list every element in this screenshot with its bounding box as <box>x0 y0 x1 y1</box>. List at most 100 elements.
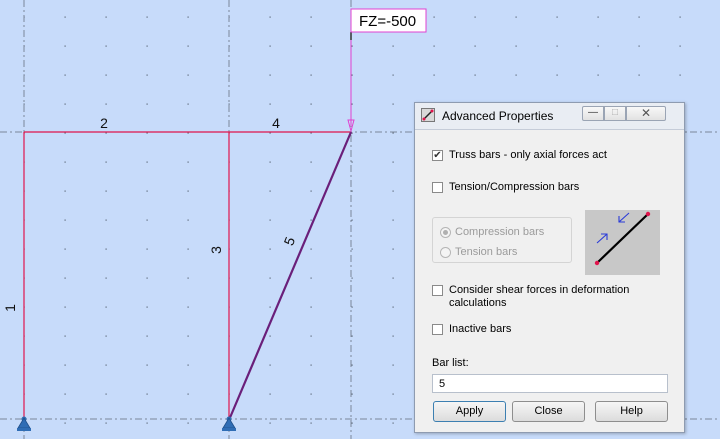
bar-list-input[interactable] <box>432 374 668 393</box>
grid-dot <box>269 335 271 337</box>
grid-dot <box>105 248 107 250</box>
grid-dot <box>105 306 107 308</box>
grid-dot <box>351 190 353 192</box>
grid-dot <box>310 335 312 337</box>
bar-label-1: 1 <box>2 304 18 312</box>
grid-dot <box>269 248 271 250</box>
grid-dot <box>310 16 312 18</box>
grid-dot <box>556 16 558 18</box>
grid-dot <box>351 335 353 337</box>
close-button[interactable]: ✕ <box>626 106 666 121</box>
grid-dot <box>146 190 148 192</box>
grid-dot <box>351 422 353 424</box>
grid-dot <box>351 103 353 105</box>
grid-dot <box>187 393 189 395</box>
minimize-icon: — <box>588 107 598 118</box>
grid-dot <box>597 74 599 76</box>
grid-dot <box>64 335 66 337</box>
grid-dot <box>64 132 66 134</box>
grid-dot <box>351 277 353 279</box>
grid-dot <box>105 45 107 47</box>
grid-dot <box>392 248 394 250</box>
grid-dot <box>23 103 25 105</box>
grid-dot <box>269 103 271 105</box>
grid-dot <box>310 161 312 163</box>
grid-dot <box>638 45 640 47</box>
bar-label-2: 2 <box>100 115 108 131</box>
grid-dot <box>433 16 435 18</box>
grid-dot <box>146 248 148 250</box>
grid-dot <box>64 103 66 105</box>
grid-dot <box>392 132 394 134</box>
grid-dot <box>474 74 476 76</box>
radio-tension-bars-circle[interactable] <box>440 247 451 258</box>
grid-dot <box>269 161 271 163</box>
grid-dot <box>146 219 148 221</box>
grid-dot <box>187 74 189 76</box>
grid-dot <box>187 132 189 134</box>
checkbox-truss-bars-label: Truss bars - only axial forces act <box>449 149 607 161</box>
grid-dot <box>105 16 107 18</box>
minimize-button[interactable]: — <box>582 106 604 121</box>
dialog-title: Advanced Properties <box>442 109 554 123</box>
grid-dot <box>269 132 271 134</box>
grid-dot <box>187 161 189 163</box>
grid-dot <box>310 306 312 308</box>
grid-dot <box>64 277 66 279</box>
grid-dot <box>64 219 66 221</box>
grid-dot <box>105 132 107 134</box>
grid-dot <box>351 393 353 395</box>
checkbox-tension-compression-label: Tension/Compression bars <box>449 181 580 193</box>
grid-dot <box>310 422 312 424</box>
radio-tension-bars-label: Tension bars <box>455 246 518 258</box>
grid-dot <box>105 422 107 424</box>
grid-dot <box>679 16 681 18</box>
grid-dot <box>392 277 394 279</box>
grid-dot <box>269 422 271 424</box>
grid-dot <box>679 74 681 76</box>
checkbox-shear-forces-box[interactable] <box>432 285 443 296</box>
grid-dot <box>187 364 189 366</box>
grid-dot <box>146 161 148 163</box>
grid-dot <box>474 16 476 18</box>
grid-dot <box>187 45 189 47</box>
checkbox-shear-forces-label: Consider shear forces in deformation cal… <box>449 284 630 309</box>
radio-compression-bars-circle[interactable] <box>440 227 451 238</box>
checkbox-inactive-bars-box[interactable] <box>432 324 443 335</box>
grid-dot <box>638 74 640 76</box>
grid-dot <box>146 103 148 105</box>
grid-dot <box>351 74 353 76</box>
grid-dot <box>105 74 107 76</box>
grid-dot <box>228 103 230 105</box>
checkbox-truss-bars-box[interactable]: ✔ <box>432 150 443 161</box>
grid-dot <box>105 277 107 279</box>
grid-dot <box>597 16 599 18</box>
grid-dot <box>269 393 271 395</box>
grid-dot <box>146 74 148 76</box>
grid-dot <box>556 45 558 47</box>
grid-dot <box>269 364 271 366</box>
grid-dot <box>392 219 394 221</box>
grid-dot <box>146 277 148 279</box>
grid-dot <box>392 103 394 105</box>
grid-dot <box>474 45 476 47</box>
grid-dot <box>146 45 148 47</box>
grid-dot <box>146 16 148 18</box>
grid-dot <box>187 335 189 337</box>
grid-dot <box>392 335 394 337</box>
grid-dot <box>392 306 394 308</box>
grid-dot <box>187 16 189 18</box>
grid-dot <box>310 393 312 395</box>
help-button[interactable]: Help <box>595 401 668 422</box>
apply-button[interactable]: Apply <box>433 401 506 422</box>
maximize-button[interactable]: □ <box>604 106 626 121</box>
close-dialog-button[interactable]: Close <box>512 401 585 422</box>
dialog-titlebar[interactable]: Advanced Properties — □ ✕ <box>415 103 684 130</box>
checkbox-tension-compression-box[interactable] <box>432 182 443 193</box>
grid-dot <box>269 219 271 221</box>
grid-dot <box>269 190 271 192</box>
grid-dot <box>351 161 353 163</box>
grid-dot <box>392 422 394 424</box>
grid-dot <box>556 74 558 76</box>
grid-dot <box>392 190 394 192</box>
